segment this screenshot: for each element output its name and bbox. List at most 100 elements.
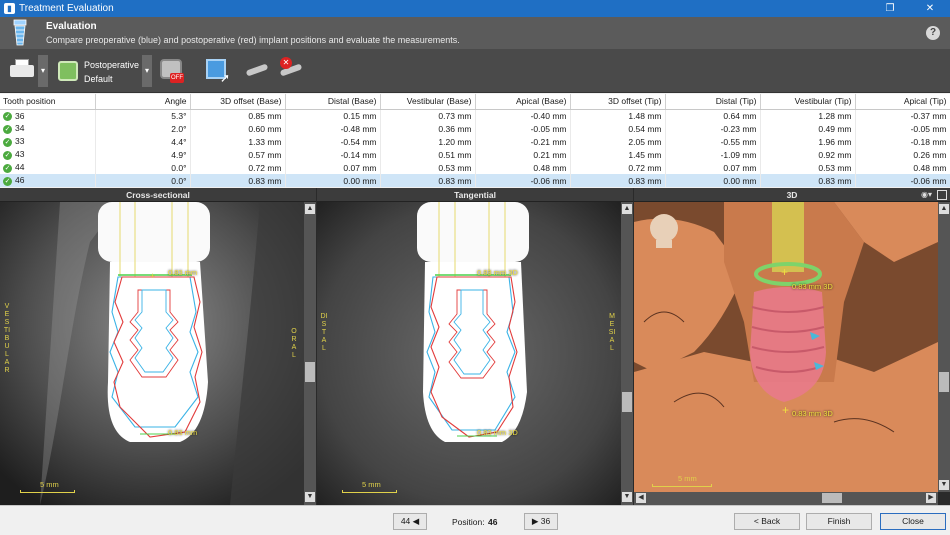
scale-label: 5 mm (40, 480, 59, 489)
table-row[interactable]: ✓ 46 0.0° 0.83 mm 0.00 mm 0.83 mm -0.06 mm 0.83… (0, 174, 950, 187)
svg-text:+: + (150, 271, 155, 281)
column-header[interactable]: Tooth position (0, 94, 96, 110)
table-cell: -0.54 mm (285, 135, 381, 148)
table-cell: 0.85 mm (190, 109, 286, 122)
position-value: 46 (488, 517, 498, 527)
tangential-image[interactable] (317, 202, 621, 505)
table-cell: 0.83 mm (380, 174, 476, 187)
measure-tool-icon[interactable] (244, 55, 270, 87)
scroll-thumb[interactable] (622, 392, 632, 412)
close-button[interactable]: Close (880, 513, 946, 530)
view-3d-icon[interactable]: ➚ (204, 55, 232, 87)
scroll-thumb[interactable] (305, 362, 315, 382)
table-row[interactable]: ✓ 33 4.4° 1.33 mm -0.54 mm 1.20 mm -0.21 mm 2.0… (0, 135, 950, 148)
table-cell: 0.92 mm (760, 148, 856, 161)
scroll-down-icon[interactable]: ▼ (305, 492, 315, 502)
top-measurement: 0.83 mm (168, 268, 198, 277)
scroll-thumb[interactable] (822, 493, 842, 503)
tooth-position-cell: ✓ 33 (0, 135, 96, 148)
camera-off-icon[interactable]: OFF (158, 55, 186, 87)
tangential-view[interactable]: Tangential 0.83 mm 3D 0.83 mm 3D DISTAL … (317, 188, 633, 505)
cell-text: 33 (15, 136, 25, 147)
vestibular-label: VESTIBULAR (3, 303, 11, 374)
scale-bar (652, 484, 712, 487)
table-cell: 0.49 mm (760, 122, 856, 135)
table-cell: 0.83 mm (190, 174, 286, 187)
scroll-down-icon[interactable]: ▼ (622, 492, 632, 502)
column-header[interactable]: Distal (Base) (285, 94, 381, 110)
column-header[interactable]: Apical (Tip) (855, 94, 950, 110)
3d-view[interactable]: 3D ◉▾ + + 0.83 mm 3D 0.83 mm 3D 5 mm ▲ ▼… (634, 188, 950, 505)
table-cell: 2.0° (95, 122, 191, 135)
scale-bar (20, 490, 75, 493)
scroll-up-icon[interactable]: ▲ (305, 204, 315, 214)
restore-window-button[interactable]: ❐ (870, 0, 910, 17)
cell-text: 34 (15, 123, 25, 134)
table-cell: 0.0° (95, 161, 191, 174)
table-row[interactable]: ✓ 34 2.0° 0.60 mm -0.48 mm 0.36 mm -0.05 mm 0.5… (0, 122, 950, 135)
remove-measure-icon[interactable]: ✕ (278, 55, 304, 87)
scroll-up-icon[interactable]: ▲ (622, 204, 632, 214)
mode-value: Default (84, 74, 113, 84)
vertical-scrollbar[interactable]: ▲ ▼ (621, 202, 633, 505)
maximize-view-icon[interactable] (937, 190, 947, 200)
mode-dropdown-button[interactable]: ▾ (142, 55, 152, 87)
column-header[interactable]: Apical (Base) (475, 94, 571, 110)
svg-text:+: + (782, 403, 789, 417)
column-header[interactable]: Vestibular (Base) (380, 94, 476, 110)
3d-render[interactable]: + + (634, 202, 938, 492)
scroll-thumb[interactable] (939, 372, 949, 392)
table-row[interactable]: ✓ 44 0.0° 0.72 mm 0.07 mm 0.53 mm 0.48 mm 0.72 … (0, 161, 950, 174)
back-button[interactable]: < Back (734, 513, 800, 530)
bottom-measurement: 0.83 mm (168, 428, 198, 437)
table-cell: -0.21 mm (475, 135, 571, 148)
vertical-scrollbar[interactable]: ▲ ▼ (938, 202, 950, 492)
cell-text: 36 (15, 110, 25, 121)
view-title: Tangential (317, 188, 633, 202)
app-icon: ▮ (4, 3, 15, 14)
scale-label: 5 mm (678, 474, 697, 483)
eye-icon[interactable]: ◉▾ (921, 190, 932, 199)
horizontal-scrollbar[interactable]: ◀ ▶ (634, 492, 938, 505)
table-cell: 0.07 mm (285, 161, 381, 174)
help-icon[interactable]: ? (926, 26, 940, 40)
measurement-table: Tooth position Angle 3D offset (Base) Di… (0, 94, 950, 187)
mode-selector[interactable]: Postoperative Default (84, 58, 139, 86)
scroll-up-icon[interactable]: ▲ (939, 204, 949, 214)
scroll-right-icon[interactable]: ▶ (926, 493, 936, 503)
tooth-position-cell: ✓ 43 (0, 148, 96, 161)
table-row[interactable]: ✓ 43 4.9° 0.57 mm -0.14 mm 0.51 mm 0.21 mm 1.45… (0, 148, 950, 161)
vertical-scrollbar[interactable]: ▲ ▼ (304, 202, 316, 505)
scroll-left-icon[interactable]: ◀ (636, 493, 646, 503)
table-cell: -0.55 mm (665, 135, 761, 148)
tooth-position-cell: ✓ 44 (0, 161, 96, 174)
position-label: Position: (452, 517, 485, 527)
cross-sectional-view[interactable]: Cross-sectional + 0.83 mm 0.83 mm VESTIB… (0, 188, 316, 505)
column-header[interactable]: 3D offset (Base) (190, 94, 286, 110)
page-description: Compare preoperative (blue) and postoper… (46, 35, 460, 45)
cell-text: 43 (15, 149, 25, 160)
next-position-button[interactable]: ▶ 36 (524, 513, 558, 530)
cross-sectional-image[interactable]: + (0, 202, 304, 505)
print-dropdown-button[interactable]: ▾ (38, 55, 48, 87)
close-window-button[interactable]: ✕ (910, 0, 950, 17)
previous-position-button[interactable]: 44 ◀ (393, 513, 427, 530)
table-cell: 0.72 mm (570, 161, 666, 174)
finish-button[interactable]: Finish (806, 513, 872, 530)
tooth-position-cell: ✓ 34 (0, 122, 96, 135)
table-cell: 5.3° (95, 109, 191, 122)
table-cell: 0.53 mm (760, 161, 856, 174)
table-cell: 0.72 mm (190, 161, 286, 174)
table-header-row: Tooth position Angle 3D offset (Base) Di… (0, 94, 950, 110)
column-header[interactable]: 3D offset (Tip) (570, 94, 666, 110)
table-row[interactable]: ✓ 36 5.3° 0.85 mm 0.15 mm 0.73 mm -0.40 mm 1.48… (0, 109, 950, 122)
tooth-model-icon[interactable] (56, 55, 82, 87)
printer-icon[interactable] (8, 55, 38, 87)
column-header[interactable]: Angle (95, 94, 191, 110)
scroll-down-icon[interactable]: ▼ (939, 480, 949, 490)
svg-text:+: + (781, 265, 788, 279)
table-cell: -0.48 mm (285, 122, 381, 135)
table-cell: 0.83 mm (570, 174, 666, 187)
column-header[interactable]: Vestibular (Tip) (760, 94, 856, 110)
column-header[interactable]: Distal (Tip) (665, 94, 761, 110)
